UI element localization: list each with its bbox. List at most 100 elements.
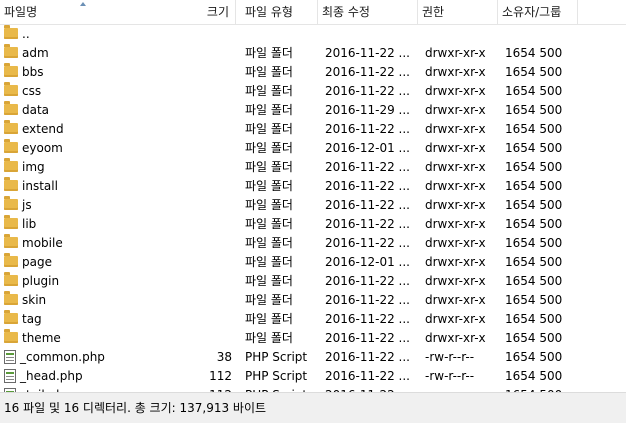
- file-owner: 1654 500: [505, 293, 563, 307]
- file-type: 파일 폴더: [245, 103, 293, 117]
- file-size: [180, 101, 232, 120]
- file-row[interactable]: img 파일 폴더 2016-11-22 ... drwxr-xr-x 1654 500: [0, 158, 626, 177]
- file-row[interactable]: bbs 파일 폴더 2016-11-22 ... drwxr-xr-x 1654 500: [0, 63, 626, 82]
- file-row[interactable]: install 파일 폴더 2016-11-22 ... drwxr-xr-x 1654…: [0, 177, 626, 196]
- file-type: 파일 폴더: [245, 217, 293, 231]
- file-permissions: drwxr-xr-x: [425, 255, 486, 269]
- file-size: [180, 215, 232, 234]
- file-permissions: drwxr-xr-x: [425, 141, 486, 155]
- column-header-modified[interactable]: 최종 수정: [318, 0, 418, 24]
- file-type: PHP Script: [245, 350, 308, 364]
- file-size: [180, 158, 232, 177]
- file-type: 파일 폴더: [245, 293, 293, 307]
- file-size: [180, 253, 232, 272]
- file-type: [245, 25, 317, 44]
- folder-icon: [4, 234, 18, 248]
- file-row[interactable]: adm 파일 폴더 2016-11-22 ... drwxr-xr-x 1654 500: [0, 44, 626, 63]
- file-owner: 1654 500: [505, 122, 563, 136]
- column-header-bar: 파일명 크기 파일 유형 최종 수정 권한 소유자/그룹: [0, 0, 626, 25]
- file-permissions: drwxr-xr-x: [425, 217, 486, 231]
- file-owner: 1654 500: [505, 312, 563, 326]
- file-modified: 2016-11-22 ...: [325, 274, 410, 288]
- file-owner: 1654 500: [505, 46, 563, 60]
- file-modified: 2016-11-22 ...: [325, 350, 410, 364]
- folder-icon: [4, 196, 18, 210]
- file-size: [180, 120, 232, 139]
- file-size: [180, 234, 232, 253]
- file-size: 38: [216, 350, 232, 364]
- file-owner: 1654 500: [505, 274, 563, 288]
- file-size: [180, 272, 232, 291]
- file-row[interactable]: data 파일 폴더 2016-11-29 ... drwxr-xr-x 1654 50…: [0, 101, 626, 120]
- sort-ascending-icon: [80, 2, 86, 6]
- file-modified: 2016-11-22 ...: [325, 122, 410, 136]
- file-row[interactable]: skin 파일 폴더 2016-11-22 ... drwxr-xr-x 1654 50…: [0, 291, 626, 310]
- file-row[interactable]: ..: [0, 25, 626, 44]
- file-size: [180, 139, 232, 158]
- file-row[interactable]: css 파일 폴더 2016-11-22 ... drwxr-xr-x 1654 500: [0, 82, 626, 101]
- file-modified: 2016-11-29 ...: [325, 103, 410, 117]
- file-row[interactable]: eyoom 파일 폴더 2016-12-01 ... drwxr-xr-x 1654 5…: [0, 139, 626, 158]
- file-size: [180, 82, 232, 101]
- file-row[interactable]: plugin 파일 폴더 2016-11-22 ... drwxr-xr-x 1654 …: [0, 272, 626, 291]
- file-owner: 1654 500: [505, 369, 563, 383]
- file-name: js: [22, 198, 32, 212]
- file-size: [180, 63, 232, 82]
- file-permissions: drwxr-xr-x: [425, 122, 486, 136]
- file-modified: 2016-11-22 ...: [325, 65, 410, 79]
- column-header-type-label: 파일 유형: [245, 5, 293, 19]
- file-type: 파일 폴더: [245, 84, 293, 98]
- folder-icon: [4, 44, 18, 58]
- file-row[interactable]: mobile 파일 폴더 2016-11-22 ... drwxr-xr-x 1654 …: [0, 234, 626, 253]
- file-name: bbs: [22, 65, 44, 79]
- file-type: 파일 폴더: [245, 179, 293, 193]
- file-type: 파일 폴더: [245, 255, 293, 269]
- file-row[interactable]: extend 파일 폴더 2016-11-22 ... drwxr-xr-x 1654 …: [0, 120, 626, 139]
- file-modified: 2016-11-22 ...: [325, 46, 410, 60]
- column-header-type[interactable]: 파일 유형: [241, 0, 318, 24]
- file-owner: [505, 25, 585, 44]
- file-permissions: -rw-r--r--: [425, 369, 475, 383]
- file-name: extend: [22, 122, 64, 136]
- file-modified: 2016-11-22 ...: [325, 179, 410, 193]
- file-name: plugin: [22, 274, 60, 288]
- file-name: data: [22, 103, 50, 117]
- file-row[interactable]: lib 파일 폴더 2016-11-22 ... drwxr-xr-x 1654 500: [0, 215, 626, 234]
- file-modified: 2016-11-22 ...: [325, 198, 410, 212]
- file-owner: 1654 500: [505, 103, 563, 117]
- folder-icon: [4, 158, 18, 172]
- file-size: [180, 44, 232, 63]
- file-permissions: drwxr-xr-x: [425, 312, 486, 326]
- column-header-owner[interactable]: 소유자/그룹: [498, 0, 578, 24]
- file-owner: 1654 500: [505, 179, 563, 193]
- column-header-size[interactable]: 크기: [180, 0, 236, 24]
- file-modified: 2016-11-22 ...: [325, 331, 410, 345]
- file-permissions: -rw-r--r--: [425, 350, 475, 364]
- file-type: 파일 폴더: [245, 46, 293, 60]
- file-row[interactable]: tag 파일 폴더 2016-11-22 ... drwxr-xr-x 1654 500: [0, 310, 626, 329]
- file-row[interactable]: js 파일 폴더 2016-11-22 ... drwxr-xr-x 1654 500: [0, 196, 626, 215]
- file-permissions: [425, 25, 500, 44]
- folder-icon: [4, 329, 18, 343]
- file-row[interactable]: page 파일 폴더 2016-12-01 ... drwxr-xr-x 1654 50…: [0, 253, 626, 272]
- folder-icon: [4, 253, 18, 267]
- file-type: 파일 폴더: [245, 65, 293, 79]
- file-list[interactable]: .. adm 파일 폴더 2016-11-22 ... drwxr-xr-x 1654 5…: [0, 25, 626, 392]
- file-modified: 2016-11-22 ...: [325, 84, 410, 98]
- file-modified: 2016-11-22 ...: [325, 217, 410, 231]
- column-header-permissions-label: 권한: [422, 5, 445, 19]
- file-type: 파일 폴더: [245, 274, 293, 288]
- file-row[interactable]: _head.php 112 PHP Script 2016-11-22 ... -rw-…: [0, 367, 626, 386]
- folder-icon: [4, 215, 18, 229]
- file-name: install: [22, 179, 58, 193]
- column-header-owner-label: 소유자/그룹: [502, 5, 562, 19]
- file-name: lib: [22, 217, 37, 231]
- file-size: [180, 177, 232, 196]
- file-row[interactable]: theme 파일 폴더 2016-11-22 ... drwxr-xr-x 1654 5…: [0, 329, 626, 348]
- file-row[interactable]: _common.php 38 PHP Script 2016-11-22 ... -rw…: [0, 348, 626, 367]
- file-permissions: drwxr-xr-x: [425, 274, 486, 288]
- column-header-permissions[interactable]: 권한: [418, 0, 498, 24]
- php-file-icon: [4, 368, 16, 383]
- folder-icon: [4, 25, 18, 39]
- column-header-modified-label: 최종 수정: [322, 5, 370, 19]
